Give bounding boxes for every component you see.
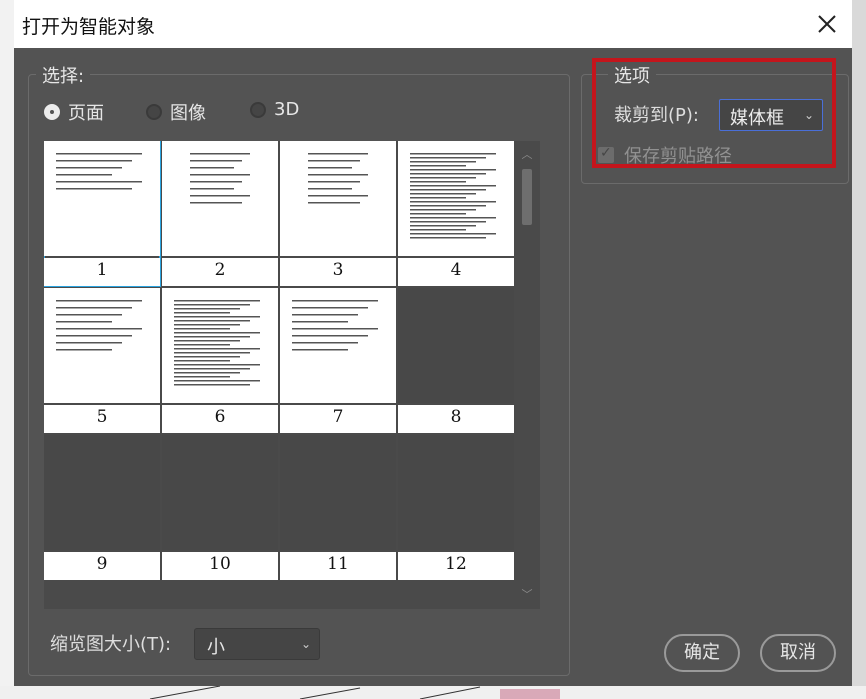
thumbnail-size-select[interactable]: 小 ⌄ bbox=[194, 628, 320, 660]
page-thumbnail[interactable]: 3 bbox=[280, 141, 396, 286]
radio-images-label: 图像 bbox=[170, 103, 206, 124]
page-preview bbox=[44, 141, 160, 256]
page-preview bbox=[280, 435, 396, 550]
radio-button[interactable] bbox=[146, 104, 162, 120]
scroll-thumb[interactable] bbox=[522, 169, 532, 225]
background-right-strip bbox=[852, 0, 866, 699]
thumbnail-grid: 1 2 3 4 5 6 7 8 9 10 11 12 bbox=[44, 141, 514, 580]
page-thumbnail[interactable]: 9 bbox=[44, 435, 160, 580]
radio-button[interactable] bbox=[250, 101, 266, 118]
page-thumbnail[interactable]: 8 bbox=[398, 288, 514, 433]
page-thumbnail[interactable]: 10 bbox=[162, 435, 278, 580]
page-preview bbox=[44, 288, 160, 403]
chevron-down-icon: ⌄ bbox=[300, 637, 311, 651]
radio-3d-label: 3D bbox=[274, 99, 300, 120]
page-thumbnail[interactable]: 2 bbox=[162, 141, 278, 286]
cancel-button[interactable]: 取消 bbox=[760, 634, 836, 672]
page-preview bbox=[44, 435, 160, 550]
page-number-label: 7 bbox=[280, 405, 396, 433]
dialog-title: 打开为智能对象 bbox=[22, 16, 156, 38]
thumbnail-size-value: 小 bbox=[207, 637, 225, 658]
title-bar: 打开为智能对象 bbox=[14, 0, 852, 48]
background-left-strip bbox=[0, 0, 14, 699]
page-number-label: 1 bbox=[44, 258, 160, 286]
page-number-label: 3 bbox=[280, 258, 396, 286]
page-number-label: 11 bbox=[280, 552, 396, 580]
page-number-label: 8 bbox=[398, 405, 514, 433]
page-number-label: 9 bbox=[44, 552, 160, 580]
page-thumbnail[interactable]: 1 bbox=[44, 141, 161, 287]
page-preview bbox=[162, 288, 278, 403]
page-number-label: 5 bbox=[44, 405, 160, 433]
page-thumbnail[interactable]: 5 bbox=[44, 288, 160, 433]
page-text-lines bbox=[56, 153, 142, 190]
thumbnail-size-label: 缩览图大小(T): bbox=[50, 634, 172, 655]
close-icon[interactable] bbox=[814, 11, 840, 37]
scroll-up-icon[interactable]: ︿ bbox=[521, 149, 533, 161]
page-preview bbox=[162, 435, 278, 550]
radio-pages[interactable]: 页面 bbox=[44, 99, 104, 125]
select-legend: 选择: bbox=[36, 62, 91, 88]
page-number-label: 6 bbox=[162, 405, 278, 433]
page-text-lines bbox=[56, 300, 142, 351]
page-number-label: 4 bbox=[398, 258, 514, 286]
page-number-label: 2 bbox=[162, 258, 278, 286]
page-text-lines bbox=[410, 153, 496, 239]
page-preview bbox=[280, 141, 396, 256]
page-preview bbox=[398, 288, 514, 403]
page-thumbnail[interactable]: 12 bbox=[398, 435, 514, 580]
page-preview bbox=[162, 141, 278, 256]
background-drawing bbox=[149, 686, 560, 699]
page-number-label: 10 bbox=[162, 552, 278, 580]
radio-3d[interactable]: 3D bbox=[250, 99, 299, 120]
radio-pages-label: 页面 bbox=[68, 103, 104, 124]
highlight-annotation-box bbox=[592, 58, 836, 168]
scroll-down-icon[interactable]: ﹀ bbox=[521, 589, 533, 601]
page-thumbnail-list[interactable]: 1 2 3 4 5 6 7 8 9 10 11 12 ︿ ﹀ bbox=[44, 141, 540, 609]
page-preview bbox=[398, 435, 514, 550]
radio-button[interactable] bbox=[44, 104, 60, 120]
page-preview bbox=[280, 288, 396, 403]
page-thumbnail[interactable]: 6 bbox=[162, 288, 278, 433]
page-text-lines bbox=[190, 153, 250, 204]
page-thumbnail[interactable]: 4 bbox=[398, 141, 514, 286]
page-text-lines bbox=[174, 300, 260, 386]
page-number-label: 12 bbox=[398, 552, 514, 580]
page-preview bbox=[398, 141, 514, 256]
page-thumbnail[interactable]: 11 bbox=[280, 435, 396, 580]
ok-button[interactable]: 确定 bbox=[664, 634, 740, 672]
radio-images[interactable]: 图像 bbox=[146, 99, 206, 125]
page-text-lines bbox=[292, 300, 378, 351]
page-thumbnail[interactable]: 7 bbox=[280, 288, 396, 433]
background-bottom-strip bbox=[0, 686, 866, 699]
page-text-lines bbox=[308, 153, 368, 204]
vertical-scrollbar[interactable]: ︿ ﹀ bbox=[514, 141, 540, 609]
